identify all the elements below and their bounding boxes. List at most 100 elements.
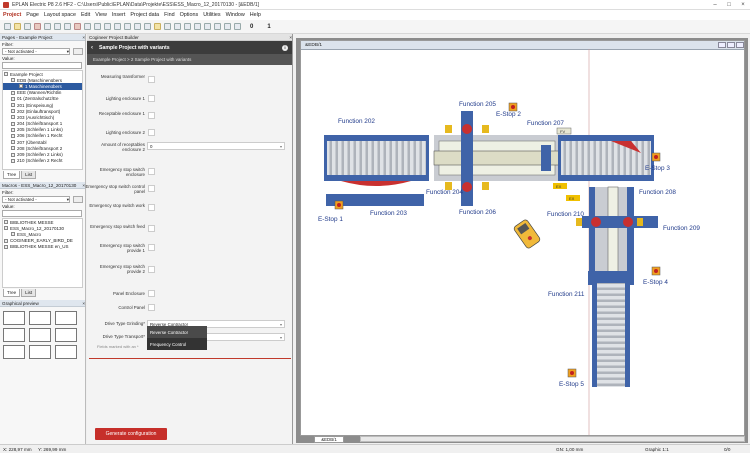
toolbar-number-1[interactable]: 1 [267,24,270,30]
field-checkbox[interactable] [148,112,155,119]
expand-icon[interactable] [11,133,15,138]
field-checkbox[interactable] [148,95,155,102]
pages-value-input[interactable] [2,62,82,69]
conveyor-210[interactable] [576,186,658,285]
expand-icon[interactable] [4,238,8,243]
field-checkbox[interactable] [148,76,155,83]
preview-thumbnail[interactable] [29,345,51,359]
delete-icon[interactable] [74,23,81,30]
symbol-icon[interactable] [174,23,181,30]
menu-options[interactable]: Options [180,12,199,18]
preview-thumbnail[interactable] [3,311,25,325]
breadcrumb[interactable]: Example Project > 2 Sample Project with … [87,54,292,65]
toolbar-number-0[interactable]: 0 [250,24,253,30]
pages-filter-button[interactable] [73,48,83,55]
minimize-icon[interactable] [718,42,726,48]
tab-tree[interactable]: Tree [3,289,21,297]
new-icon[interactable] [4,23,11,30]
expand-icon[interactable] [11,96,15,101]
field-checkbox[interactable] [148,185,155,192]
preview-thumbnail[interactable] [55,328,77,342]
expand-icon[interactable] [11,109,15,114]
line-icon[interactable] [204,23,211,30]
conveyor-211[interactable] [592,283,630,387]
pages-filter-select[interactable]: - Not activated - ▾ [2,48,70,55]
circle-icon[interactable] [224,23,231,30]
expand-icon[interactable] [11,78,15,83]
expand-icon[interactable] [11,140,15,145]
preview-thumbnail[interactable] [29,328,51,342]
paste-icon[interactable] [64,23,71,30]
field-checkbox[interactable] [148,225,155,232]
field-checkbox[interactable] [148,304,155,311]
menu-help[interactable]: Help [250,12,261,18]
field-checkbox[interactable] [148,129,155,136]
zoom-icon[interactable] [104,23,111,30]
pan-icon[interactable] [124,23,131,30]
dropdown-option[interactable]: Reverse Contractor [147,326,207,338]
close-icon[interactable]: × [82,35,85,40]
preview-thumbnail[interactable] [29,311,51,325]
field-checkbox[interactable] [148,204,155,211]
tree-item[interactable]: BIBLIOTHEK MESSE en_US [3,244,82,250]
expand-icon[interactable] [11,90,15,95]
generate-configuration-button[interactable]: Generate configuration [95,428,167,440]
expand-icon[interactable] [4,244,8,249]
macros-value-input[interactable] [2,210,82,217]
expand-icon[interactable] [11,115,15,120]
page-tab[interactable]: &EDB/1 [314,436,344,443]
field-checkbox[interactable] [148,244,155,251]
menu-utilities[interactable]: Utilities [203,12,220,18]
tree-item[interactable]: COGINEER_EARLY_BIRD_DE [3,238,82,244]
undo-icon[interactable] [84,23,91,30]
menu-project-data[interactable]: Project data [130,12,159,18]
preview-thumbnail[interactable] [55,345,77,359]
save-icon[interactable] [24,23,31,30]
minimize-icon[interactable]: – [708,2,722,8]
macros-filter-button[interactable] [73,196,83,203]
preview-thumbnail[interactable] [55,311,77,325]
expand-icon[interactable] [11,146,15,151]
tab-list[interactable]: List [21,289,37,297]
menu-project[interactable]: Project [3,12,21,18]
menu-edit[interactable]: Edit [81,12,90,18]
menu-find[interactable]: Find [164,12,175,18]
field-checkbox[interactable] [148,290,155,297]
cut-icon[interactable] [44,23,51,30]
horizontal-scrollbar[interactable] [360,436,745,442]
close-icon[interactable]: × [289,35,292,40]
info-icon[interactable]: i [282,44,288,51]
menu-window[interactable]: Window [226,12,245,18]
preview-thumbnail[interactable] [3,345,25,359]
close-icon[interactable]: × [736,2,750,8]
check-icon[interactable] [154,23,161,30]
handheld-pendant[interactable] [513,219,541,249]
menu-page[interactable]: Page [26,12,39,18]
restore-icon[interactable] [727,42,735,48]
maximize-icon[interactable]: □ [722,2,736,8]
tree-item[interactable]: 210 (Schleifen 2 Recht [3,158,82,164]
zoom-window-icon[interactable] [114,23,121,30]
menu-layout-space[interactable]: Layout space [44,12,76,18]
expand-icon[interactable] [4,226,8,231]
expand-icon[interactable] [11,103,15,108]
connection-icon[interactable] [184,23,191,30]
menu-insert[interactable]: Insert [112,12,125,18]
dropdown-option[interactable]: Frequency Control [147,338,207,350]
redo-icon[interactable] [94,23,101,30]
field-checkbox[interactable] [148,168,155,175]
expand-icon[interactable] [11,158,15,163]
expand-icon[interactable] [11,152,15,157]
tab-list[interactable]: List [21,171,37,179]
expand-icon[interactable] [11,127,15,132]
field-select[interactable]: 0 ▾ [147,142,285,150]
macros-filter-select[interactable]: - Not activated - ▾ [2,196,70,203]
conveyor-202[interactable] [324,135,429,186]
rectangle-icon[interactable] [214,23,221,30]
menu-view[interactable]: View [95,12,107,18]
open-icon[interactable] [14,23,21,30]
tool-icon[interactable] [34,23,41,30]
expand-icon[interactable] [4,72,8,77]
close-icon[interactable] [736,42,744,48]
properties-icon[interactable] [234,23,241,30]
